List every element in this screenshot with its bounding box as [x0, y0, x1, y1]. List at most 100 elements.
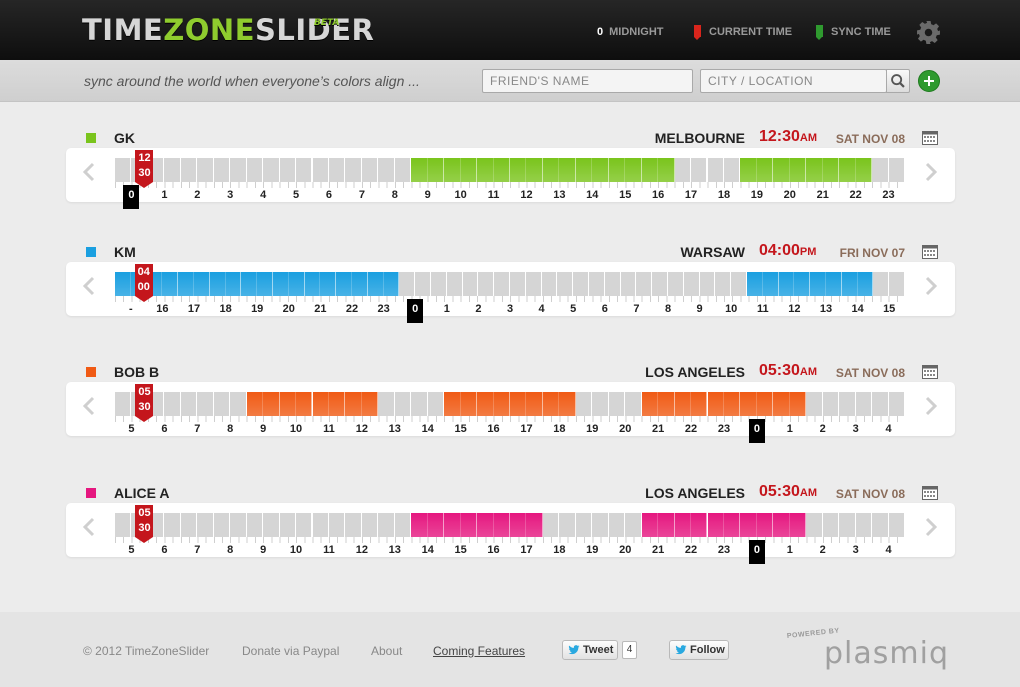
active-hour-cell[interactable] [510, 392, 527, 416]
active-hour-cell[interactable] [526, 392, 543, 416]
hour-cell[interactable] [822, 392, 840, 416]
hour-cell[interactable] [839, 392, 856, 416]
active-hour-cell[interactable] [740, 158, 757, 182]
hour-track[interactable] [115, 158, 905, 182]
active-hour-cell[interactable] [855, 158, 873, 182]
active-hour-cell[interactable] [773, 158, 790, 182]
hour-cell[interactable] [394, 392, 412, 416]
current-time-marker[interactable]: 04 00 [134, 264, 155, 302]
active-hour-cell[interactable] [740, 513, 757, 537]
hour-cell[interactable] [592, 392, 609, 416]
calendar-icon[interactable] [922, 245, 938, 259]
hour-cell[interactable] [230, 158, 247, 182]
hour-cell[interactable] [180, 513, 198, 537]
hour-cell[interactable] [361, 513, 379, 537]
active-hour-cell[interactable] [773, 513, 790, 537]
active-hour-cell[interactable] [288, 272, 305, 296]
hour-cell[interactable] [525, 272, 542, 296]
active-hour-cell[interactable] [383, 272, 400, 296]
person-name[interactable]: GK [114, 130, 135, 146]
hour-cell[interactable] [625, 513, 642, 537]
active-hour-cell[interactable] [444, 513, 461, 537]
active-hour-cell[interactable] [707, 392, 724, 416]
hour-cell[interactable] [197, 392, 214, 416]
hour-cell[interactable] [230, 392, 247, 416]
hour-cell[interactable] [164, 513, 181, 537]
current-time-marker[interactable]: 05 30 [135, 384, 155, 422]
hour-cell[interactable] [636, 272, 653, 296]
hour-cell[interactable] [652, 272, 668, 296]
active-hour-cell[interactable] [273, 272, 289, 296]
hour-cell[interactable] [230, 513, 247, 537]
hour-cell[interactable] [888, 158, 905, 182]
hour-cell[interactable] [494, 272, 510, 296]
active-hour-cell[interactable] [789, 513, 807, 537]
active-hour-cell[interactable] [411, 158, 428, 182]
hour-cell[interactable] [699, 272, 716, 296]
hour-cell[interactable] [510, 272, 526, 296]
active-hour-cell[interactable] [789, 392, 807, 416]
active-hour-cell[interactable] [542, 392, 560, 416]
active-hour-cell[interactable] [304, 272, 321, 296]
active-hour-cell[interactable] [641, 392, 659, 416]
hour-cell[interactable] [608, 513, 626, 537]
active-hour-cell[interactable] [263, 392, 280, 416]
active-hour-cell[interactable] [794, 272, 811, 296]
active-hour-cell[interactable] [641, 513, 659, 537]
hour-cell[interactable] [378, 158, 395, 182]
hour-cell[interactable] [542, 513, 560, 537]
hour-cell[interactable] [604, 272, 621, 296]
active-hour-cell[interactable] [320, 272, 337, 296]
hour-cell[interactable] [839, 513, 856, 537]
follow-button[interactable]: Follow [669, 640, 729, 660]
person-name[interactable]: BOB B [114, 364, 159, 380]
add-friend-button[interactable] [918, 70, 940, 92]
active-hour-cell[interactable] [194, 272, 210, 296]
hour-cell[interactable] [691, 158, 708, 182]
active-hour-cell[interactable] [740, 392, 757, 416]
tweet-button[interactable]: Tweet [562, 640, 618, 660]
active-hour-cell[interactable] [526, 158, 543, 182]
active-hour-cell[interactable] [477, 158, 494, 182]
active-hour-cell[interactable] [806, 158, 823, 182]
hour-cell[interactable] [855, 513, 873, 537]
hour-cell[interactable] [296, 158, 313, 182]
hour-cell[interactable] [872, 392, 889, 416]
active-hour-cell[interactable] [559, 392, 576, 416]
hour-cell[interactable] [164, 158, 181, 182]
active-hour-cell[interactable] [312, 392, 329, 416]
hour-cell[interactable] [608, 392, 626, 416]
hour-cell[interactable] [888, 392, 905, 416]
hour-cell[interactable] [399, 272, 416, 296]
chevron-right-icon[interactable] [924, 517, 938, 537]
active-hour-cell[interactable] [460, 513, 478, 537]
calendar-icon[interactable] [922, 365, 938, 379]
hour-cell[interactable] [312, 158, 329, 182]
active-hour-cell[interactable] [209, 272, 226, 296]
hour-cell[interactable] [888, 513, 905, 537]
active-hour-cell[interactable] [756, 392, 774, 416]
hour-cell[interactable] [592, 513, 609, 537]
hour-cell[interactable] [180, 392, 198, 416]
hour-cell[interactable] [715, 272, 732, 296]
city-location-input[interactable] [700, 69, 887, 93]
gear-icon[interactable] [916, 20, 941, 45]
hour-cell[interactable] [806, 392, 823, 416]
hour-cell[interactable] [557, 272, 574, 296]
search-button[interactable] [886, 69, 910, 93]
current-time-marker[interactable]: 05 30 [135, 505, 155, 543]
chevron-left-icon[interactable] [82, 396, 96, 416]
hour-cell[interactable] [873, 272, 890, 296]
hour-cell[interactable] [822, 513, 840, 537]
hour-cell[interactable] [312, 513, 329, 537]
active-hour-cell[interactable] [822, 158, 840, 182]
hour-cell[interactable] [431, 272, 447, 296]
hour-cell[interactable] [427, 392, 445, 416]
time-slider[interactable]: 5 6 7 8 9 10 11 12 13 14 15 16 17 18 19 20 21 22 23 0 1 2 3 4 05… [66, 382, 955, 443]
current-time-marker[interactable]: 12 30 [135, 150, 155, 188]
active-hour-cell[interactable] [444, 392, 461, 416]
about-link[interactable]: About [371, 644, 402, 658]
hour-cell[interactable] [180, 158, 198, 182]
hour-cell[interactable] [541, 272, 558, 296]
chevron-left-icon[interactable] [82, 162, 96, 182]
